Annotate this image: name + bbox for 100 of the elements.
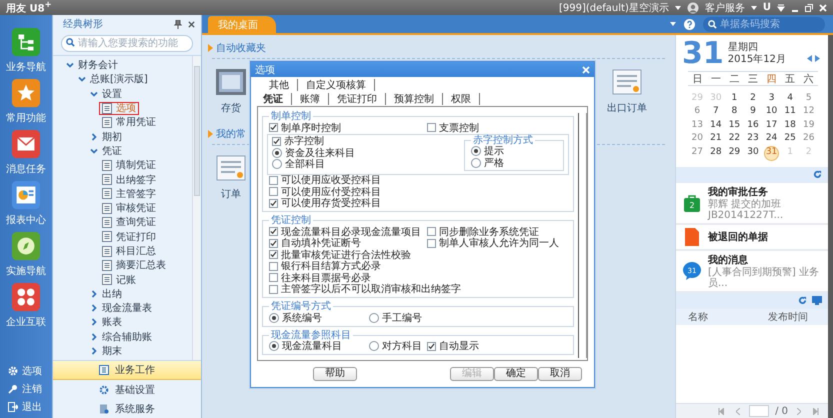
tree-item[interactable]: 期初 — [87, 130, 125, 144]
checkbox[interactable] — [269, 250, 278, 260]
calendar-date[interactable]: 16 — [744, 118, 761, 132]
checkbox[interactable] — [427, 123, 436, 132]
calendar-date[interactable]: 10 — [764, 105, 780, 119]
calendar-date[interactable]: 8 — [726, 105, 742, 119]
checkbox[interactable] — [269, 187, 278, 196]
nav-item[interactable]: 报表中心 — [0, 180, 52, 231]
calendar-date[interactable]: 18 — [782, 118, 798, 132]
monitor-icon[interactable] — [812, 296, 822, 306]
tree-item[interactable]: 记账 — [99, 273, 139, 286]
tab[interactable]: 其他 — [261, 79, 298, 91]
service-menu[interactable]: 客户服务 — [704, 0, 745, 14]
calendar-date[interactable]: 27 — [689, 146, 706, 159]
tree-item[interactable]: 填制凭证 — [99, 158, 159, 172]
calendar-date[interactable]: 24 — [764, 132, 780, 146]
calendar-date[interactable]: 2 — [744, 92, 761, 106]
shortcut[interactable]: 订单 — [214, 153, 248, 201]
help-icon[interactable] — [684, 18, 695, 30]
calendar-date[interactable]: 23 — [744, 132, 761, 146]
tab[interactable]: 自定义项核算 — [298, 79, 375, 91]
shortcut[interactable]: 存货 — [214, 67, 248, 115]
scrollbar[interactable] — [578, 113, 587, 358]
radio-button[interactable] — [272, 148, 282, 158]
checkbox[interactable] — [269, 238, 278, 248]
tree-item[interactable]: 审核凭证 — [99, 202, 159, 215]
tab[interactable]: 权限 — [443, 93, 480, 105]
radio-button[interactable] — [269, 341, 279, 352]
calendar-date[interactable]: 14 — [708, 118, 724, 132]
checkbox[interactable] — [269, 227, 278, 236]
dialog-button[interactable]: 帮助 — [313, 367, 357, 381]
nav-item[interactable]: 常用功能 — [0, 78, 52, 129]
checkbox[interactable] — [269, 198, 278, 208]
tree-item[interactable]: 设置 — [87, 87, 125, 100]
dialog-button[interactable]: 确定 — [494, 367, 538, 381]
radio-button[interactable] — [369, 312, 379, 323]
tab[interactable]: 账簿 — [292, 93, 329, 105]
calendar-date[interactable]: 22 — [726, 132, 742, 146]
previous-icon[interactable] — [807, 55, 812, 62]
calendar-date[interactable]: 1 — [726, 92, 742, 106]
next-icon[interactable] — [815, 55, 820, 62]
restore-icon[interactable] — [805, 4, 813, 12]
checkbox[interactable] — [272, 136, 281, 146]
nav-item[interactable]: 实施导航 — [0, 231, 52, 282]
nav-link[interactable]: 注销 — [0, 380, 52, 398]
calendar-date[interactable]: 3 — [764, 92, 780, 106]
update-button[interactable]: U — [762, 2, 771, 13]
page-field[interactable] — [749, 405, 770, 417]
calendar-date[interactable]: 25 — [782, 132, 798, 146]
caret-icon[interactable] — [670, 22, 676, 26]
task-item[interactable]: 被退回的单据 — [676, 224, 828, 251]
tree-item[interactable]: 查询凭证 — [99, 216, 159, 229]
checkbox[interactable] — [269, 273, 278, 282]
calendar-date[interactable]: 19 — [800, 118, 817, 132]
close-icon[interactable] — [188, 20, 195, 28]
radio-button[interactable] — [269, 312, 279, 323]
nav-item[interactable]: 业务导航 — [0, 27, 52, 78]
calendar-date[interactable]: 26 — [800, 132, 817, 146]
calendar-date[interactable]: 17 — [764, 118, 780, 132]
calendar-date[interactable]: 20 — [689, 132, 706, 146]
radio-button[interactable] — [471, 158, 481, 168]
pin-icon[interactable] — [174, 20, 182, 28]
tree-item[interactable]: 出纳签字 — [99, 173, 159, 186]
calendar-date[interactable]: 6 — [689, 105, 706, 119]
calendar-date[interactable]: 21 — [708, 132, 724, 146]
calendar-date[interactable]: 29 — [726, 146, 742, 159]
tree-item[interactable]: 主管签字 — [99, 187, 159, 200]
checkbox[interactable] — [269, 176, 278, 185]
checkbox[interactable] — [269, 262, 278, 271]
tree-item[interactable]: 凭证打印 — [99, 230, 159, 244]
radio-button[interactable] — [369, 341, 379, 352]
calendar-date[interactable]: 9 — [744, 105, 761, 119]
tree-item[interactable]: 现金流量表 — [87, 302, 155, 315]
barcode-search-field[interactable]: 单据条码搜索 — [703, 16, 825, 32]
tab[interactable]: 凭证打印 — [329, 93, 386, 105]
download-icon[interactable] — [777, 4, 785, 12]
module-tab[interactable]: 系统服务 — [53, 399, 201, 418]
calendar-date[interactable]: 7 — [708, 105, 724, 119]
calendar-date[interactable]: 11 — [782, 105, 798, 119]
calendar-date[interactable]: 4 — [782, 92, 798, 106]
search-field[interactable]: 请输入您要搜索的功能 — [61, 35, 193, 52]
tree-item[interactable]: 凭证 — [87, 144, 125, 158]
tree-item[interactable]: 常用凭证 — [99, 116, 159, 129]
tab[interactable]: 预算控制 — [386, 93, 443, 105]
module-tab[interactable]: 业务工作 — [53, 361, 201, 380]
checkbox[interactable] — [269, 123, 278, 132]
calendar-date[interactable]: 15 — [726, 118, 742, 132]
tree-item[interactable]: 摘要汇总表 — [99, 258, 169, 272]
task-item[interactable]: 2 我的审批任务 郭辉 提交的加班 JB20141227T... — [676, 182, 828, 225]
tree-item[interactable]: 科目汇总 — [99, 244, 159, 258]
calendar-date[interactable]: 13 — [689, 118, 706, 132]
checkbox[interactable] — [427, 238, 436, 248]
calendar-date[interactable]: 12 — [800, 105, 817, 119]
tree-item[interactable]: 账表 — [87, 316, 125, 329]
radio-button[interactable] — [471, 146, 481, 156]
tree-item[interactable]: 期末 — [87, 344, 125, 358]
radio-button[interactable] — [272, 159, 282, 170]
tree-item[interactable]: 综合辅助账 — [87, 330, 155, 344]
nav-item[interactable]: 企业互联 — [0, 282, 52, 333]
checkbox[interactable] — [427, 342, 436, 351]
